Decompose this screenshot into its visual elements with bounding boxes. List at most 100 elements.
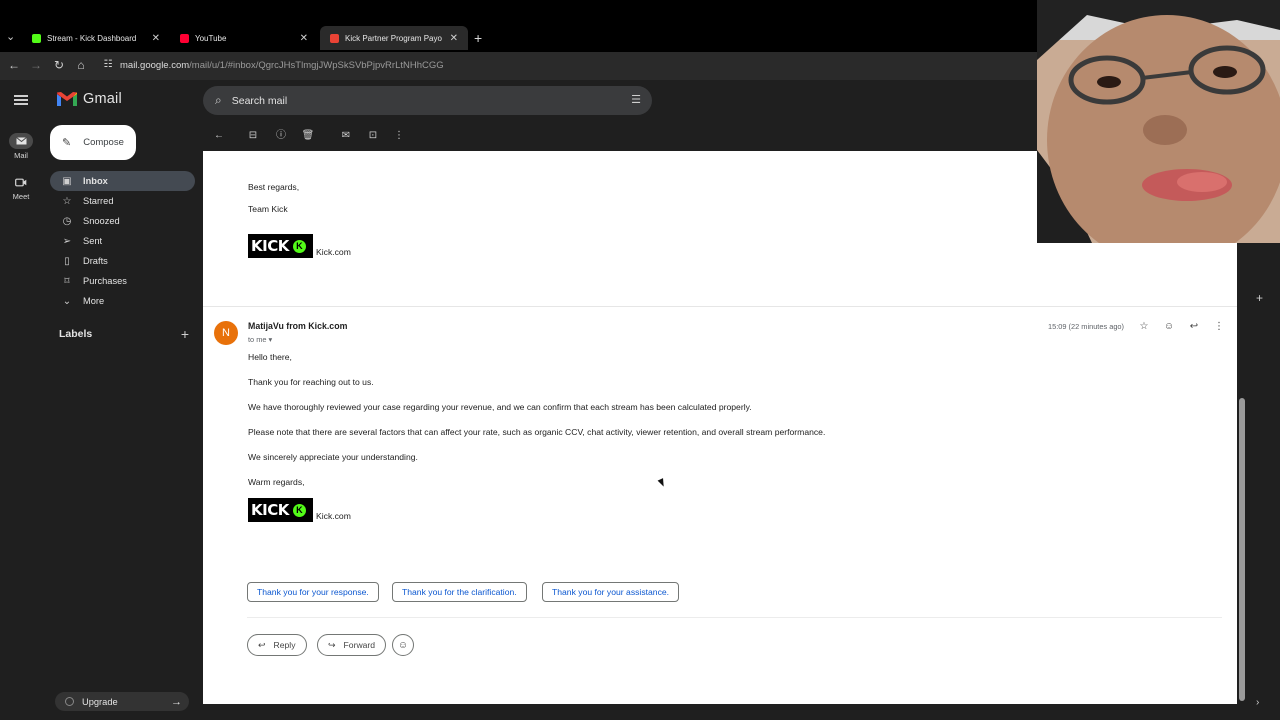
tab-title: Stream - Kick Dashboard (47, 33, 137, 43)
kick-link[interactable]: Kick.com (316, 511, 351, 521)
home-icon[interactable]: ⌂ (74, 58, 88, 72)
labels-heading: Labels (59, 328, 93, 340)
forward-icon[interactable]: → (29, 58, 43, 72)
reply-icon: ↩ (258, 639, 266, 650)
gmail-wordmark: Gmail (83, 91, 122, 107)
reply-label: Reply (273, 640, 296, 650)
create-label-icon[interactable]: + (181, 326, 189, 342)
kick-badge-icon: K (292, 503, 306, 517)
mark-unread-icon[interactable]: ✉ (339, 129, 353, 143)
reload-icon[interactable]: ↻ (52, 58, 66, 72)
nav-label: Snoozed (83, 216, 120, 226)
close-tab-icon[interactable]: ✕ (450, 33, 458, 44)
url-field[interactable]: mail.google.com/mail/u/1/#inbox/QgrcJHsT… (120, 60, 444, 71)
nav-label: Purchases (83, 276, 127, 286)
star-icon: ☆ (62, 195, 72, 207)
nav-label: More (83, 296, 105, 306)
tab-kick-dashboard[interactable]: Stream - Kick Dashboard ✕ (22, 26, 170, 50)
nav-item-inbox[interactable]: ▣ Inbox (50, 171, 195, 191)
draft-icon: ▯ (64, 255, 70, 267)
compose-button[interactable]: ✎ Compose (50, 125, 136, 160)
message-para-1: Thank you for reaching out to us. (248, 377, 374, 387)
gmail-logo[interactable]: Gmail (56, 91, 122, 107)
upgrade-button[interactable]: Upgrade → (55, 692, 189, 711)
back-to-inbox-icon[interactable]: ← (212, 129, 226, 143)
labels-section: Labels + (59, 326, 189, 342)
recipient-details[interactable]: to me ▾ (248, 335, 272, 344)
forward-icon: ↪ (328, 639, 336, 650)
search-input[interactable]: ⌕ Search mail ☰ (203, 86, 652, 115)
message-closing: Warm regards, (248, 477, 305, 487)
reply-icon[interactable]: ↩ (1187, 320, 1201, 334)
site-info-icon[interactable]: ☷ (101, 58, 115, 72)
tab-gmail-active[interactable]: Kick Partner Program Payout Er ✕ (320, 26, 468, 50)
close-tab-icon[interactable]: ✕ (152, 33, 160, 44)
smart-reply-chip[interactable]: Thank you for the clarification. (392, 582, 527, 602)
nav-item-sent[interactable]: ➢ Sent (50, 231, 195, 251)
close-tab-icon[interactable]: ✕ (300, 33, 308, 44)
emoji-reaction-button[interactable]: ☺ (392, 634, 414, 656)
add-reaction-icon[interactable]: ☺ (1162, 320, 1176, 334)
kick-link[interactable]: Kick.com (316, 247, 351, 257)
message-para-3: Please note that there are several facto… (248, 427, 826, 437)
url-host: mail.google.com (120, 60, 190, 71)
compose-label: Compose (83, 137, 124, 148)
mail-icon (9, 133, 33, 149)
kick-favicon-icon (32, 33, 41, 43)
search-options-icon[interactable]: ☰ (631, 93, 641, 106)
rail-meet[interactable]: Meet (0, 174, 42, 201)
kick-logo: KICK K (248, 498, 313, 522)
add-addon-icon[interactable]: + (1256, 291, 1263, 305)
smart-reply-chip[interactable]: Thank you for your assistance. (542, 582, 680, 602)
emoji-icon: ☺ (397, 639, 409, 651)
more-options-icon[interactable]: ⋮ (392, 129, 406, 143)
storage-icon (65, 697, 74, 706)
back-icon[interactable]: ← (7, 58, 21, 72)
upgrade-label: Upgrade (82, 696, 118, 707)
chevron-down-icon: ⌄ (62, 295, 72, 307)
new-tab-icon[interactable]: + (474, 30, 482, 46)
nav-item-starred[interactable]: ☆ Starred (50, 191, 195, 211)
message-more-icon[interactable]: ⋮ (1212, 320, 1226, 334)
url-path: /mail/u/1/#inbox/QgrcJHsTlmgjJWpSkSVbPjp… (189, 60, 444, 71)
gmail-m-icon (56, 91, 78, 107)
tab-youtube[interactable]: YouTube ✕ (170, 26, 318, 50)
send-icon: ➢ (62, 235, 72, 247)
side-panel-toggle-icon[interactable]: › (1256, 697, 1259, 708)
recipient-label: to me (248, 335, 267, 344)
message-divider (203, 306, 1237, 307)
forward-button[interactable]: ↪ Forward (317, 634, 387, 656)
archive-icon[interactable]: ⊟ (246, 129, 260, 143)
nav-label: Drafts (83, 256, 108, 266)
search-placeholder: Search mail (231, 94, 288, 107)
message-timestamp: 15:09 (22 minutes ago) (1048, 322, 1125, 331)
star-icon[interactable]: ☆ (1137, 320, 1151, 334)
nav-item-purchases[interactable]: ⌑ Purchases (50, 271, 195, 291)
nav-item-more[interactable]: ⌄ More (50, 291, 195, 311)
prev-closing: Best regards, (248, 182, 300, 192)
sender-name[interactable]: MatijaVu from Kick.com (248, 321, 347, 331)
nav-item-drafts[interactable]: ▯ Drafts (50, 251, 195, 271)
nav-item-snoozed[interactable]: ◷ Snoozed (50, 211, 195, 231)
nav-label: Starred (83, 196, 114, 206)
scrollbar-thumb[interactable] (1239, 398, 1245, 701)
move-to-icon[interactable]: ⊡ (366, 129, 380, 143)
nav-label: Sent (83, 236, 103, 246)
main-menu-icon[interactable] (14, 95, 28, 105)
kick-logo-text: KICK (251, 501, 289, 519)
tab-search-icon[interactable]: ⌄ (6, 30, 20, 46)
video-icon (9, 174, 33, 190)
reply-button[interactable]: ↩ Reply (247, 634, 307, 656)
report-spam-icon[interactable]: ⓘ (274, 129, 288, 143)
kick-logo-text: KICK (251, 237, 289, 255)
message-para-4: We sincerely appreciate your understandi… (248, 452, 418, 462)
youtube-favicon-icon (180, 33, 189, 43)
message-para-2: We have thoroughly reviewed your case re… (248, 402, 752, 412)
smart-reply-chip[interactable]: Thank you for your response. (247, 582, 379, 602)
tab-title: Kick Partner Program Payout Er (345, 33, 442, 43)
pencil-icon: ✎ (62, 137, 72, 149)
rail-mail[interactable]: Mail (0, 133, 42, 160)
delete-icon[interactable]: 🗑 (301, 129, 315, 143)
sender-avatar[interactable]: N (214, 321, 238, 345)
kick-logo: KICK K (248, 234, 313, 258)
